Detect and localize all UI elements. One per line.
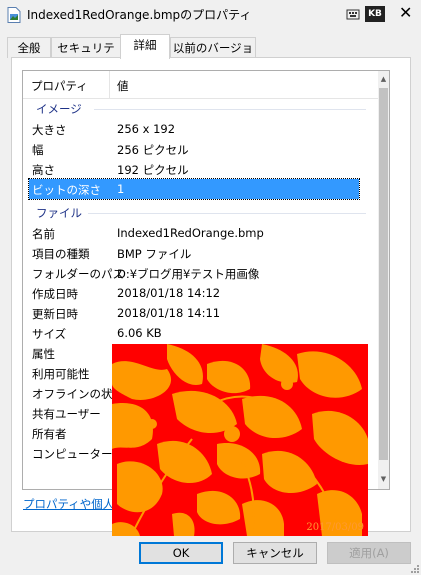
image-preview: 2017/03/09 — [112, 344, 368, 536]
tab-strip: 全般 セキュリティ 詳細 以前のバージョン — [0, 34, 421, 75]
apply-button[interactable]: 適用(A) — [327, 542, 411, 564]
scroll-up-arrow-icon[interactable]: ▲ — [378, 71, 389, 87]
group-divider — [88, 213, 366, 214]
keyboard-icon[interactable] — [346, 6, 360, 22]
group-divider — [94, 109, 366, 110]
property-row[interactable]: 幅 256 ピクセル — [29, 139, 359, 159]
column-divider[interactable] — [109, 71, 110, 98]
property-row[interactable]: フォルダーのパス D:¥ブログ用¥テスト用画像 — [29, 263, 359, 283]
plant-photo — [112, 344, 368, 536]
title-bar: Indexed1RedOrange.bmpのプロパティ KB ✕ — [0, 0, 421, 30]
resize-grip-icon[interactable] — [409, 563, 419, 573]
scroll-down-arrow-icon[interactable]: ▼ — [378, 471, 389, 487]
property-row[interactable]: 項目の種類 BMP ファイル — [29, 243, 359, 263]
list-header: プロパティ 値 — [23, 71, 378, 99]
remove-properties-link[interactable]: プロパティや個人情 — [23, 496, 126, 512]
ok-button[interactable]: OK — [139, 542, 223, 564]
window-title: Indexed1RedOrange.bmpのプロパティ — [27, 8, 252, 22]
group-header-file: ファイル — [36, 205, 366, 221]
tab-general[interactable]: 全般 — [7, 37, 51, 58]
cancel-button[interactable]: キャンセル — [233, 542, 317, 564]
photo-date-stamp: 2017/03/09 — [306, 522, 364, 533]
tab-previous-versions[interactable]: 以前のバージョン — [170, 37, 256, 75]
property-row[interactable]: 作成日時 2018/01/18 14:12 — [29, 283, 359, 303]
property-row-selected[interactable]: ビットの深さ 1 — [28, 178, 360, 200]
tab-security[interactable]: セキュリティ — [51, 37, 121, 75]
vertical-scrollbar[interactable]: ▲ ▼ — [378, 71, 389, 489]
bitmap-file-icon — [7, 7, 21, 23]
close-button[interactable]: ✕ — [399, 4, 412, 22]
group-header-image: イメージ — [36, 101, 366, 117]
ime-kb-indicator[interactable]: KB — [365, 6, 385, 22]
property-row[interactable]: 更新日時 2018/01/18 14:11 — [29, 303, 359, 323]
column-header-value[interactable]: 値 — [117, 78, 129, 94]
property-row[interactable]: 大きさ 256 x 192 — [29, 119, 359, 139]
property-row[interactable]: サイズ 6.06 KB — [29, 323, 359, 343]
column-header-property[interactable]: プロパティ — [31, 78, 88, 94]
scroll-thumb[interactable] — [379, 88, 388, 460]
property-row[interactable]: 高さ 192 ピクセル — [29, 159, 359, 179]
property-row[interactable]: 名前 Indexed1RedOrange.bmp — [29, 223, 359, 243]
tab-details[interactable]: 詳細 — [120, 34, 170, 59]
